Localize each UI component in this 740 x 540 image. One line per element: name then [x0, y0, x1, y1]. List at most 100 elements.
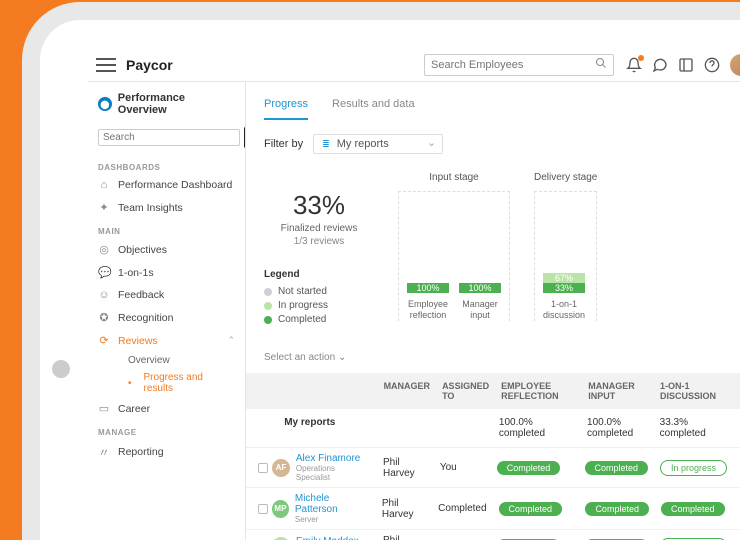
table-header: MANAGER ASSIGNED TO EMPLOYEE REFLECTION … — [246, 373, 740, 409]
th-assigned: ASSIGNED TO — [436, 373, 495, 409]
employee-avatar: MP — [272, 500, 289, 518]
employee-name[interactable]: Alex Finamore — [296, 453, 371, 464]
sidebar-item-one-on-ones[interactable]: 💬1-on-1s — [88, 261, 245, 284]
tablet-home-button — [52, 360, 70, 378]
sidebar-item-career[interactable]: ▭Career — [88, 397, 245, 420]
pill-discussion: In progress — [660, 460, 727, 476]
legend: Legend Not started In progress Completed — [264, 269, 374, 325]
section-dashboards: DASHBOARDS — [88, 155, 245, 174]
th-discussion: 1-ON-1 DISCUSSION — [654, 373, 733, 409]
filter-dropdown[interactable]: ≣ My reports — [313, 134, 443, 154]
chart-stage: Input stage100%Employee reflection100%Ma… — [398, 172, 510, 328]
chart-bar: 100% Employee reflection — [407, 283, 449, 321]
summary-mgr-input: 100.0% completed — [581, 409, 654, 447]
th-mgr-input: MANAGER INPUT — [582, 373, 654, 409]
section-manage: MANAGE — [88, 420, 245, 439]
bar-label: Employee reflection — [407, 299, 449, 321]
chat-icon[interactable] — [652, 57, 668, 73]
sidebar-title: ⬤ Performance Overview — [88, 88, 245, 120]
bar-segment: 100% — [459, 283, 501, 293]
topbar: Paycor — [88, 48, 740, 82]
results-table: MANAGER ASSIGNED TO EMPLOYEE REFLECTION … — [246, 373, 740, 540]
filter-row: Filter by ≣ My reports — [246, 120, 740, 168]
table-row[interactable]: AF Alex Finamore Operations Specialist P… — [246, 448, 740, 488]
menu-icon[interactable] — [96, 58, 116, 72]
search-icon[interactable] — [595, 57, 607, 72]
stage-bars: 100%Employee reflection100%Manager input — [398, 191, 510, 321]
legend-not-started: Not started — [278, 286, 327, 297]
board-icon[interactable] — [678, 57, 694, 73]
help-icon[interactable] — [704, 57, 720, 73]
legend-dot-not-started — [264, 288, 272, 296]
summary-name: My reports — [264, 409, 379, 447]
sidebar-title-label: Performance Overview — [118, 92, 235, 116]
stat-count: 1/3 reviews — [264, 236, 374, 247]
chart-stages: Input stage100%Employee reflection100%Ma… — [398, 172, 597, 328]
tab-results[interactable]: Results and data — [332, 94, 415, 120]
sidebar-sub-overview[interactable]: Overview — [118, 352, 245, 369]
feedback-icon: ☺ — [98, 289, 110, 301]
home-icon: ⌂ — [98, 179, 110, 191]
cell-manager: Phil Harvey — [377, 452, 434, 484]
bar-label: 1-on-1 discussion — [543, 299, 585, 321]
pill-mgr-input: Completed — [585, 502, 649, 516]
employee-avatar: AF — [272, 459, 290, 477]
employee-name[interactable]: Emily Maddox — [296, 536, 359, 540]
chart-icon: 〃 — [98, 444, 110, 460]
legend-completed: Completed — [278, 314, 326, 325]
search-employees-input[interactable] — [431, 59, 595, 71]
employee-role: Server — [295, 515, 370, 524]
sidebar-item-objectives[interactable]: ◎Objectives — [88, 238, 245, 261]
table-row[interactable]: EM Emily Maddox Server Phil Harvey You C… — [246, 530, 740, 540]
bar-segment: 33% — [543, 283, 585, 293]
legend-title: Legend — [264, 269, 374, 280]
sparkle-icon: ✦ — [98, 201, 110, 214]
employee-role: Operations Specialist — [296, 464, 371, 482]
tab-progress[interactable]: Progress — [264, 94, 308, 120]
bell-icon[interactable] — [626, 57, 642, 73]
sidebar-item-reviews[interactable]: ⟳Reviews⌃ — [88, 329, 245, 352]
th-final: FIN — [734, 373, 740, 409]
bar-segment: 100% — [407, 283, 449, 293]
table-row[interactable]: MP Michele Patterson Server Phil Harvey … — [246, 488, 740, 530]
legend-in-progress: In progress — [278, 300, 328, 311]
chart-stage: Delivery stage67%33%1-on-1 discussion — [534, 172, 597, 328]
cell-manager: Phil Harvey — [376, 493, 432, 525]
chat-bubble-icon: 💬 — [98, 266, 110, 279]
sidebar-item-feedback[interactable]: ☺Feedback — [88, 284, 245, 306]
summary-final: 33. — [734, 409, 740, 447]
th-reflection: EMPLOYEE REFLECTION — [495, 373, 582, 409]
select-action-dropdown[interactable]: Select an action ⌄ — [264, 352, 346, 363]
filter-value: My reports — [337, 138, 389, 150]
overview-icon: ⬤ — [98, 97, 112, 111]
summary-row: My reports 100.0% completed 100.0% compl… — [246, 409, 740, 448]
cell-assigned: You — [434, 457, 491, 478]
employee-name[interactable]: Michele Patterson — [295, 493, 370, 515]
sidebar-sub-progress-results[interactable]: Progress and results — [118, 369, 245, 397]
career-icon: ▭ — [98, 402, 110, 415]
pill-discussion: Completed — [661, 502, 725, 516]
sidebar-item-team-insights[interactable]: ✦Team Insights — [88, 196, 245, 219]
legend-dot-in-progress — [264, 302, 272, 310]
charts-row: 33% Finalized reviews 1/3 reviews Legend… — [246, 168, 740, 346]
reviews-icon: ⟳ — [98, 334, 110, 347]
sidebar-item-reporting[interactable]: 〃Reporting — [88, 439, 245, 465]
stat-summary: 33% Finalized reviews 1/3 reviews Legend… — [264, 172, 374, 328]
badge-icon: ✪ — [98, 311, 110, 324]
stat-percent: 33% — [264, 190, 374, 221]
pill-reflection: Completed — [499, 502, 563, 516]
user-avatar[interactable] — [730, 54, 740, 76]
stage-title: Delivery stage — [534, 172, 597, 183]
stage-title: Input stage — [398, 172, 510, 183]
filter-label: Filter by — [264, 138, 303, 150]
chart-bar: 67%33%1-on-1 discussion — [543, 273, 585, 321]
sidebar-item-performance-dashboard[interactable]: ⌂Performance Dashboard — [88, 174, 245, 196]
sidebar-item-recognition[interactable]: ✪Recognition — [88, 306, 245, 329]
sidebar-search-input[interactable] — [98, 129, 240, 146]
legend-dot-completed — [264, 316, 272, 324]
filter-icon: ≣ — [322, 139, 330, 149]
th-manager: MANAGER — [378, 373, 437, 409]
search-employees[interactable] — [424, 54, 614, 76]
cell-assigned: You — [434, 536, 491, 540]
stat-finalized-label: Finalized reviews — [264, 223, 374, 234]
